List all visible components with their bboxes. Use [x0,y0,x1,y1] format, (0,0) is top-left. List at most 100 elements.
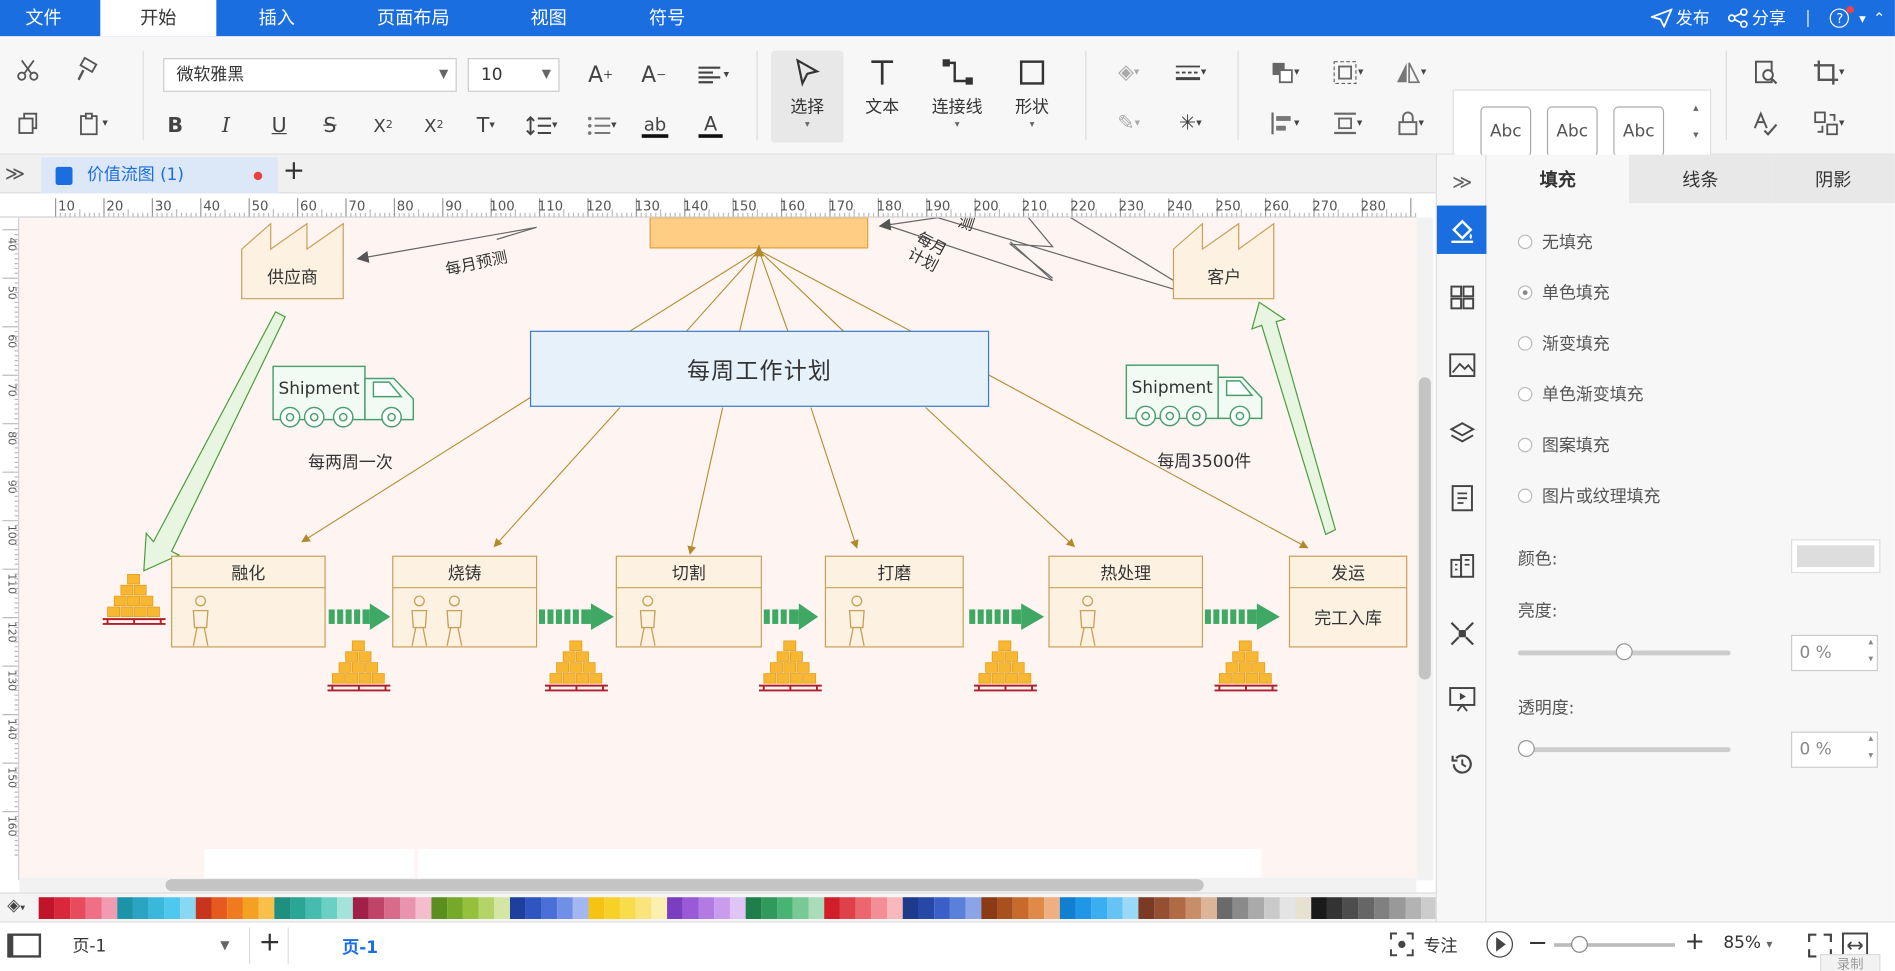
color-swatch[interactable] [211,897,227,919]
style-sample-3[interactable]: Abc [1613,106,1665,158]
align-objects-icon[interactable]: ▾ [1259,106,1310,140]
color-swatch[interactable] [1232,897,1248,919]
play-icon[interactable] [1486,931,1514,958]
vertical-scrollbar[interactable] [1416,217,1434,881]
crop-icon[interactable]: ▾ [1803,56,1854,90]
color-swatch[interactable] [415,897,431,919]
color-swatch[interactable] [1154,897,1170,919]
color-swatch[interactable] [431,897,447,919]
color-swatch[interactable] [557,897,573,919]
image-icon[interactable] [1437,341,1488,389]
italic-icon[interactable]: I [208,109,244,143]
color-swatch[interactable] [572,897,588,919]
color-swatch[interactable] [651,897,667,919]
color-swatch[interactable] [462,897,478,919]
arrange-icon[interactable]: ▾ [1259,56,1310,90]
color-swatch[interactable] [855,897,871,919]
color-swatch[interactable] [1358,897,1374,919]
menu-file[interactable]: 文件 [0,0,87,36]
collapse-panel-icon[interactable]: ≫ [1437,157,1488,205]
vertical-scroll-thumb[interactable] [1418,377,1431,680]
color-swatch[interactable] [258,897,274,919]
color-swatch[interactable] [494,897,510,919]
color-swatch[interactable] [824,897,840,919]
highlight-icon[interactable]: ab [631,109,679,143]
flip-icon[interactable]: ▾ [1385,56,1436,90]
presentation-icon[interactable] [1437,675,1488,723]
color-swatch[interactable] [525,897,541,919]
color-swatch[interactable] [274,897,290,919]
tab-shadow[interactable]: 阴影 [1771,154,1895,204]
color-swatch[interactable] [478,897,494,919]
color-swatch[interactable] [745,897,761,919]
color-swatch[interactable] [1421,897,1437,919]
style-sample-2[interactable]: Abc [1546,106,1598,158]
color-swatch[interactable] [792,897,808,919]
history-icon[interactable] [1437,740,1488,788]
superscript-icon[interactable]: X2 [365,109,401,143]
page-view-icon[interactable] [7,933,42,958]
color-swatch[interactable] [54,897,70,919]
connector-tool[interactable]: 连接线 ▾ [921,51,994,143]
data-icon[interactable] [1437,542,1488,590]
fill-color-picker-icon[interactable]: ◈▾ [7,896,25,915]
color-swatch[interactable] [305,897,321,919]
horizontal-scrollbar[interactable] [19,877,1417,893]
color-swatch[interactable] [1295,897,1311,919]
color-swatch[interactable] [887,897,903,919]
color-swatch[interactable] [698,897,714,919]
zoom-slider[interactable] [1554,935,1675,953]
focus-mode-label[interactable]: 专注 [1424,934,1458,958]
brightness-slider-thumb[interactable] [1615,643,1633,661]
mind-map-icon[interactable] [1437,609,1488,657]
color-swatch[interactable] [1279,897,1295,919]
horizontal-scroll-thumb[interactable] [165,879,1204,892]
color-swatch[interactable] [227,897,243,919]
color-swatch[interactable] [180,897,196,919]
color-swatch[interactable] [1790,539,1881,574]
group-icon[interactable]: ▾ [1322,56,1373,90]
distribute-icon[interactable]: ▾ [1322,106,1373,140]
color-swatch[interactable] [808,897,824,919]
menu-symbol[interactable]: 符号 [616,0,718,36]
color-swatch[interactable] [541,897,557,919]
font-family-select[interactable]: 微软雅黑 ▼ [163,58,457,92]
bold-icon[interactable]: B [157,109,193,143]
increase-font-icon[interactable]: A + [582,58,618,92]
tab-line[interactable]: 线条 [1629,154,1772,204]
color-swatch[interactable] [729,897,746,919]
color-swatch[interactable] [242,897,259,919]
color-swatch[interactable] [1216,897,1233,919]
color-swatch[interactable] [871,897,887,919]
copy-icon[interactable] [10,106,46,140]
menu-home[interactable]: 开始 [100,0,217,37]
add-tab-button[interactable]: + [283,156,305,186]
transparency-slider[interactable] [1517,740,1731,757]
fill-option[interactable]: 渐变填充 [1517,331,1610,355]
underline-icon[interactable]: U [261,109,297,143]
color-swatch[interactable] [70,897,86,919]
zoom-out-button[interactable]: − [1528,927,1548,956]
color-swatch[interactable] [352,897,368,919]
layers-icon[interactable] [1437,409,1488,457]
align-icon[interactable]: ▾ [689,58,737,92]
lock-icon[interactable]: ▾ [1385,106,1436,140]
color-swatch[interactable] [682,897,698,919]
color-swatch[interactable] [321,897,337,919]
document-tab[interactable]: 价值流图 (1) [41,157,278,194]
share-button[interactable]: 分享 [1727,6,1786,30]
line-spacing-icon[interactable]: ▾ [517,109,565,143]
color-swatch[interactable] [604,897,620,919]
color-swatch[interactable] [290,897,306,919]
menu-page-layout[interactable]: 页面布局 [350,0,476,36]
color-swatch[interactable] [619,897,636,919]
fill-bucket-icon[interactable]: ◈ ▾ [1105,56,1153,90]
color-swatch[interactable] [195,897,211,919]
production-control-box[interactable] [649,217,869,249]
add-page-button[interactable]: + [259,927,281,957]
color-swatch[interactable] [949,897,965,919]
brightness-input[interactable]: 0 % ▴ ▾ [1790,634,1879,672]
color-swatch[interactable] [588,897,604,919]
zoom-in-button[interactable]: + [1685,926,1705,955]
convert-icon[interactable]: ▾ [1803,106,1854,140]
